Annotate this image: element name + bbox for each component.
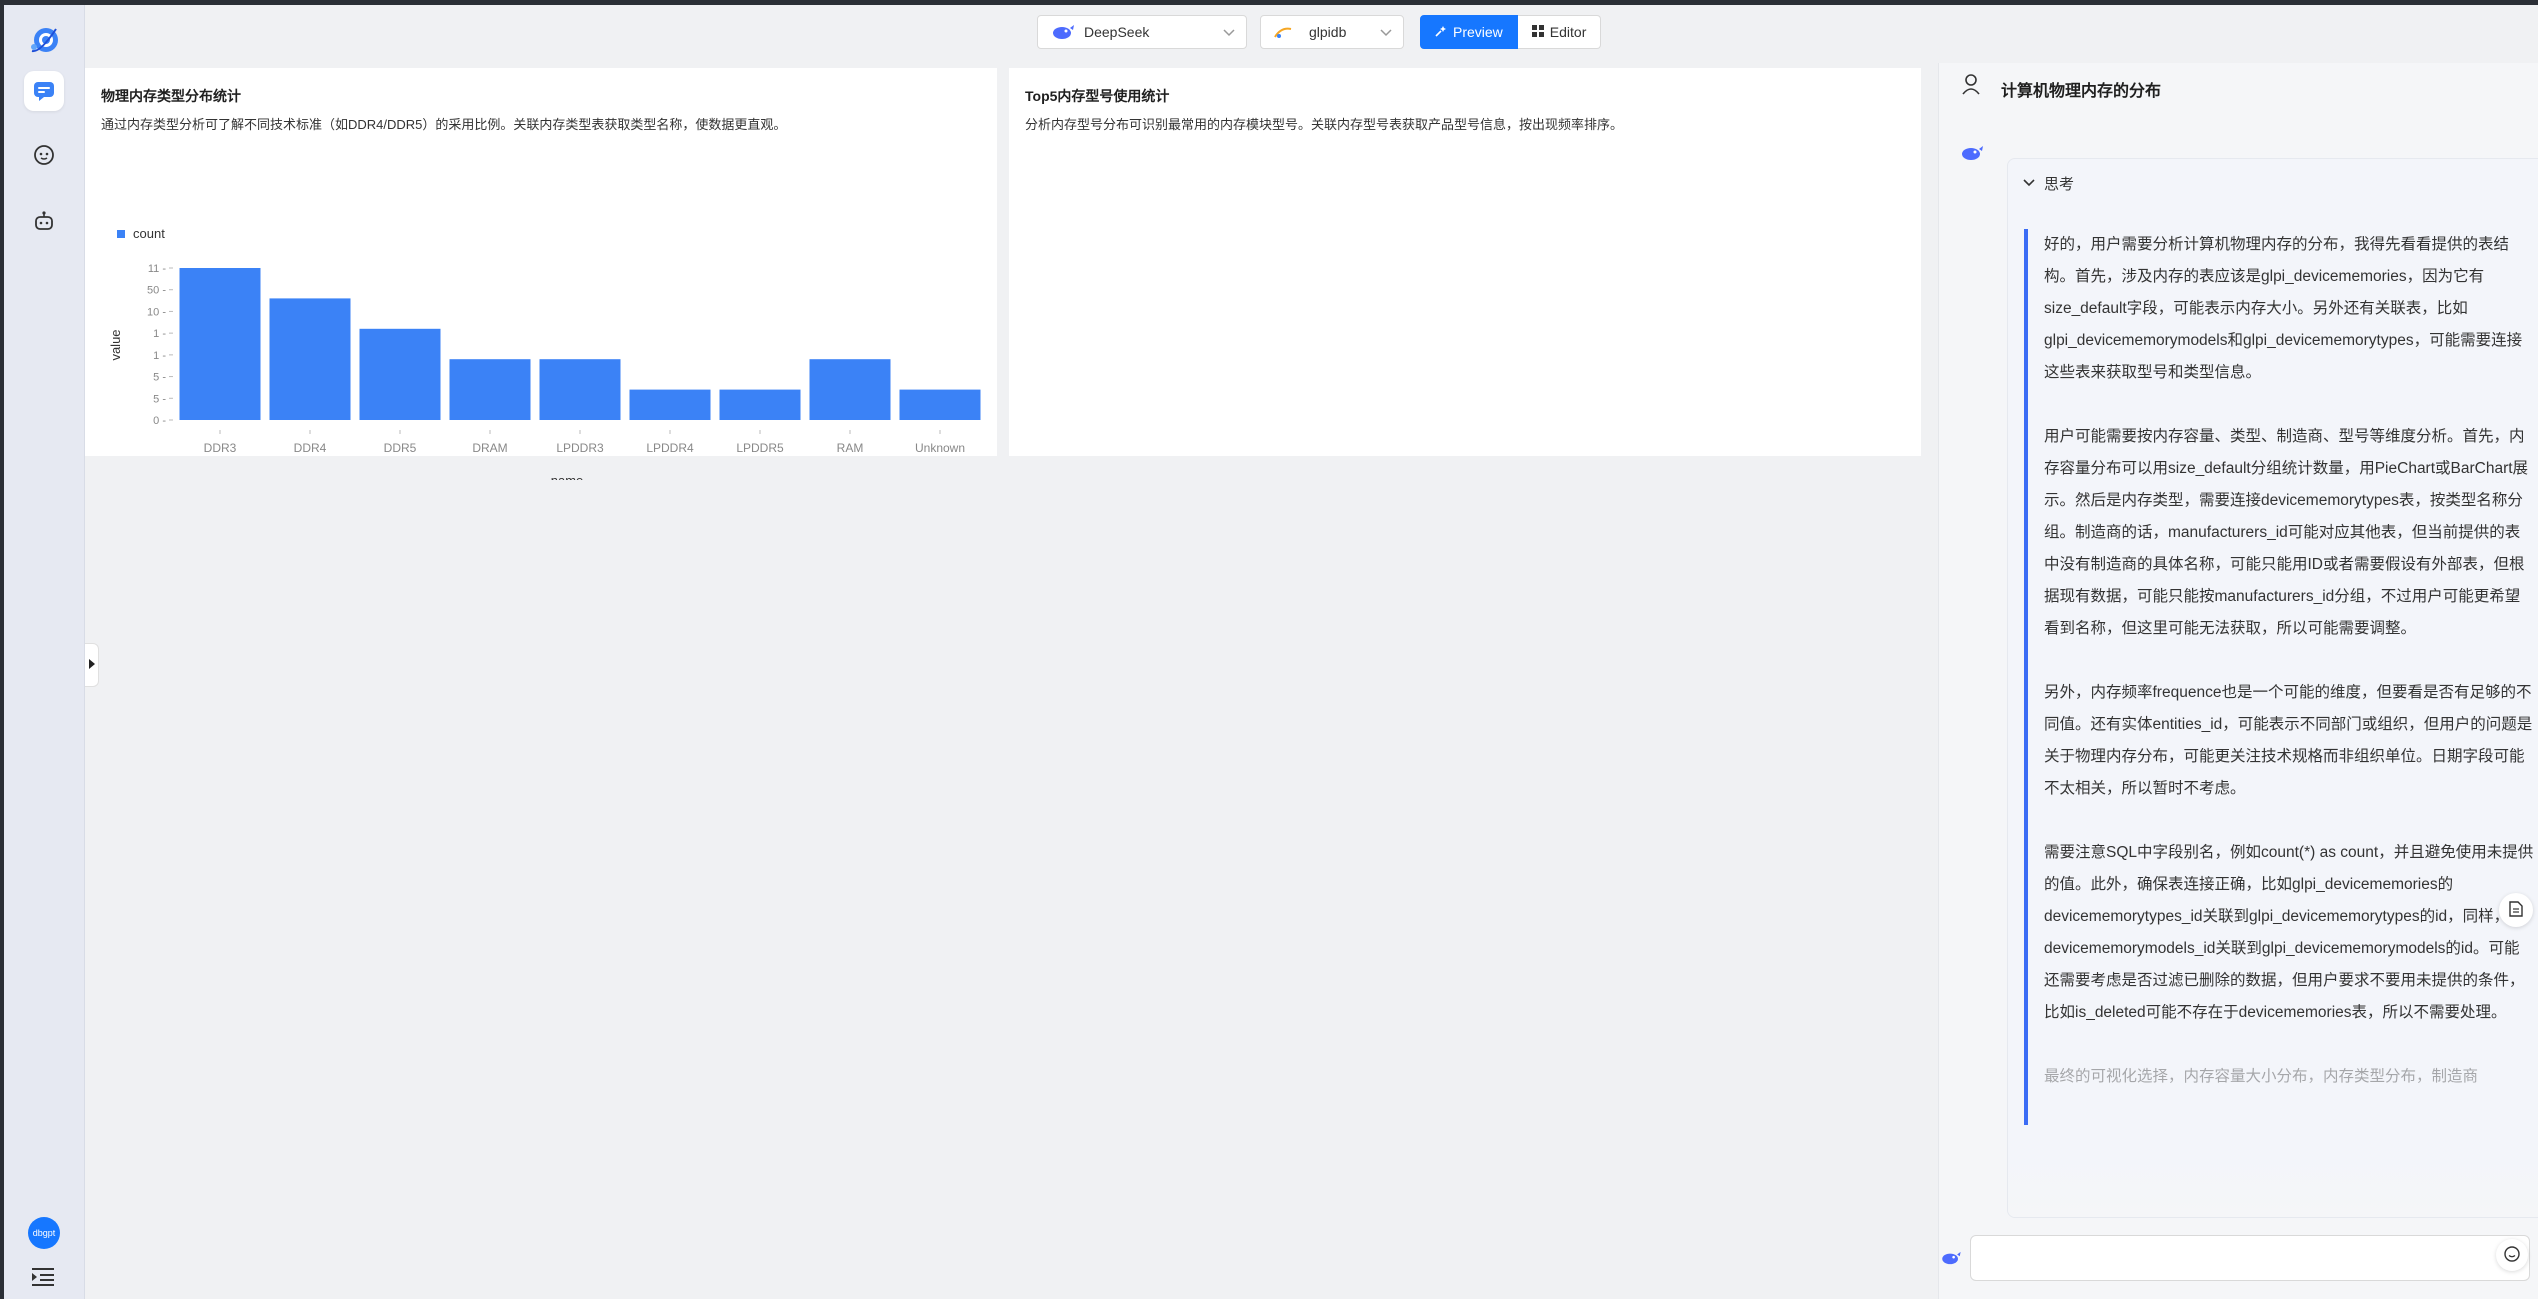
- memory-type-chart-card: 物理内存类型分布统计 通过内存类型分析可了解不同技术标准（如DDR4/DDR5）…: [85, 68, 997, 480]
- app-logo-icon[interactable]: [24, 21, 64, 61]
- view-toggle: Preview Editor: [1420, 15, 1602, 49]
- editor-label: Editor: [1549, 24, 1587, 40]
- preview-icon: [1435, 24, 1447, 40]
- bar-unknown[interactable]: [899, 389, 981, 420]
- left-sidebar: dbgpt: [0, 5, 85, 1299]
- bar-chart: count 11 - 50 - 10 - 1 - 1 - 5 - 5 - 0 - DDR3 DD…: [108, 226, 981, 480]
- assistant-avatar-icon: [1941, 1251, 1961, 1268]
- x-tick-label: LPDDR3: [556, 441, 604, 455]
- y-tick-label: 1 -: [153, 328, 166, 340]
- document-button[interactable]: [2499, 893, 2533, 927]
- thinking-paragraph: 需要注意SQL中字段别名，例如count(*) as count，并且避免使用未…: [2044, 844, 2534, 1021]
- y-tick-label: 1 -: [153, 350, 166, 362]
- chevron-down-icon: [1222, 25, 1236, 42]
- y-tick-label: 5 -: [153, 393, 166, 405]
- x-tick-label: DRAM: [472, 441, 507, 455]
- chat-header: 计算机物理内存的分布: [1939, 63, 2538, 111]
- y-tick-label: 10 -: [147, 306, 166, 318]
- assistant-avatar-icon: [1961, 145, 1983, 164]
- thinking-panel: 思考 好的，用户需要分析计算机物理内存的分布，我得先看看提供的表结构。首先，涉及…: [2007, 158, 2538, 1218]
- x-tick-label: DDR4: [294, 441, 327, 455]
- model-selector-label: DeepSeek: [1084, 24, 1150, 40]
- bar-ddr5[interactable]: [359, 328, 441, 420]
- chat-title: 计算机物理内存的分布: [2001, 83, 2162, 100]
- user-avatar-label: dbgpt: [32, 1228, 56, 1238]
- emoji-button[interactable]: [2496, 1239, 2528, 1271]
- grid-icon: [1531, 24, 1544, 40]
- y-tick-label: 50 -: [147, 285, 166, 297]
- chevron-down-icon: [1379, 25, 1393, 42]
- user-avatar[interactable]: dbgpt: [28, 1217, 60, 1249]
- y-tick-label: 11 -: [148, 263, 166, 275]
- bar-ddr3[interactable]: [179, 268, 261, 420]
- collapse-menu-icon[interactable]: [32, 1267, 54, 1290]
- top-toolbar: DeepSeek glpidb Preview Editor: [85, 5, 2538, 63]
- y-axis-label: value: [108, 329, 123, 360]
- preview-button[interactable]: Preview: [1420, 15, 1518, 49]
- smile-icon: [2504, 1245, 2520, 1265]
- model-selector[interactable]: DeepSeek: [1037, 15, 1247, 49]
- bar-lpddr4[interactable]: [629, 389, 711, 420]
- legend-swatch: [117, 230, 125, 238]
- agent-nav-icon[interactable]: [24, 201, 64, 241]
- bar-lpddr5[interactable]: [719, 389, 801, 420]
- editor-button[interactable]: Editor: [1517, 15, 1602, 49]
- thinking-label: 思考: [2044, 176, 2075, 193]
- x-tick-label: DDR3: [204, 441, 237, 455]
- legend-label: count: [133, 226, 165, 241]
- x-tick-label: DDR5: [384, 441, 417, 455]
- x-tick-label: LPDDR4: [646, 441, 694, 455]
- user-icon: [1961, 73, 1981, 98]
- database-selector-label: glpidb: [1309, 24, 1347, 40]
- preview-label: Preview: [1453, 24, 1503, 40]
- y-tick-label: 5 -: [153, 372, 166, 384]
- card-title: Top5内存型号使用统计: [1025, 88, 1170, 104]
- document-icon: [2509, 900, 2523, 920]
- explore-nav-icon[interactable]: [24, 135, 64, 175]
- bar-dram[interactable]: [449, 359, 531, 420]
- thinking-paragraph: 用户可能需要按内存容量、类型、制造商、型号等维度分析。首先，内存容量分布可以用s…: [2044, 428, 2529, 637]
- card-title: 物理内存类型分布统计: [101, 88, 241, 104]
- thinking-toggle[interactable]: 思考: [2022, 173, 2074, 194]
- deepseek-logo-icon: [1052, 24, 1074, 43]
- side-panel-toggle[interactable]: [85, 643, 99, 687]
- thinking-paragraph: 好的，用户需要分析计算机物理内存的分布，我得先看看提供的表结构。首先，涉及内存的…: [2044, 236, 2523, 381]
- database-logo-icon: [1273, 25, 1293, 44]
- chevron-down-icon: [2022, 175, 2036, 193]
- bar-lpddr3[interactable]: [539, 359, 621, 420]
- y-tick-label: 0 -: [153, 415, 166, 427]
- thinking-content: 好的，用户需要分析计算机物理内存的分布，我得先看看提供的表结构。首先，涉及内存的…: [2024, 229, 2534, 1125]
- caret-right-icon: [88, 657, 96, 673]
- bar-ram[interactable]: [809, 359, 891, 420]
- chat-nav-icon[interactable]: [24, 71, 64, 111]
- top5-memory-model-card: Top5内存型号使用统计 分析内存型号分布可识别最常用的内存模块型号。关联内存型…: [1009, 68, 1921, 456]
- x-tick-label: RAM: [837, 441, 864, 455]
- x-tick-label: LPDDR5: [736, 441, 784, 455]
- fade-overlay: [2008, 1157, 2538, 1217]
- thinking-paragraph: 最终的可视化选择，内存容量大小分布，内存类型分布，制造商: [2044, 1068, 2479, 1085]
- thinking-paragraph: 另外，内存频率frequence也是一个可能的维度，但要看是否有足够的不同值。还…: [2044, 684, 2533, 797]
- bar-ddr4[interactable]: [269, 298, 351, 420]
- database-selector[interactable]: glpidb: [1260, 15, 1404, 49]
- x-axis-label: name: [551, 473, 584, 480]
- card-description: 分析内存型号分布可识别最常用的内存模块型号。关联内存型号表获取产品型号信息，按出…: [1025, 117, 1624, 132]
- x-tick-label: Unknown: [915, 441, 965, 455]
- card-description: 通过内存类型分析可了解不同技术标准（如DDR4/DDR5）的采用比例。关联内存类…: [101, 117, 787, 132]
- chat-panel: 计算机物理内存的分布 思考 好的，用户需要分析计算机物理内存的分布，我得先看看提…: [1938, 63, 2538, 1299]
- chat-input[interactable]: [1970, 1235, 2530, 1281]
